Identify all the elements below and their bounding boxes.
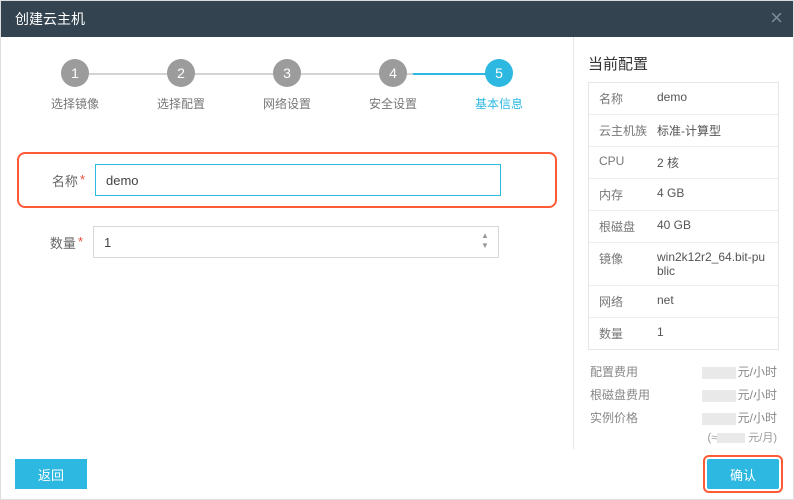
step-label: 网络设置: [263, 95, 311, 112]
modal-footer: 返回 确认: [1, 449, 793, 499]
price-label: 实例价格: [590, 409, 638, 426]
step-security-settings[interactable]: 4 安全设置: [353, 59, 433, 112]
step-number: 5: [485, 59, 513, 87]
price-unit: 元/小时: [738, 365, 777, 379]
step-number: 2: [167, 59, 195, 87]
name-field-highlight: 名称*: [17, 152, 557, 208]
step-network-settings[interactable]: 3 网络设置: [247, 59, 327, 112]
step-label: 选择配置: [157, 95, 205, 112]
config-key: 网络: [599, 293, 657, 310]
config-row-cpu: CPU 2 核: [589, 147, 778, 179]
config-key: 数量: [599, 325, 657, 342]
modal-header: 创建云主机 ×: [1, 1, 793, 37]
quantity-stepper[interactable]: 1 ▲ ▼: [93, 226, 499, 258]
config-row-rootdisk: 根磁盘 40 GB: [589, 211, 778, 243]
config-row-image: 镜像 win2k12r2_64.bit-public: [589, 243, 778, 286]
price-label: 根磁盘费用: [590, 386, 650, 403]
config-value: win2k12r2_64.bit-public: [657, 250, 768, 278]
price-group: 配置费用 元/小时 根磁盘费用 元/小时 实例价格 元/小时 (≈ 元/月): [588, 360, 779, 445]
wizard-stepper: 1 选择镜像 2 选择配置 3 网络设置 4 安全设置 5 基本信息: [35, 59, 539, 112]
price-month-prefix: (≈: [708, 432, 718, 444]
config-row-network: 网络 net: [589, 286, 778, 318]
close-icon[interactable]: ×: [770, 5, 783, 31]
config-row-family: 云主机族 标准-计算型: [589, 115, 778, 147]
price-value: 元/小时: [702, 363, 777, 380]
config-value: 2 核: [657, 154, 768, 171]
step-label: 安全设置: [369, 95, 417, 112]
config-value: net: [657, 293, 768, 310]
step-basic-info[interactable]: 5 基本信息: [459, 59, 539, 112]
step-number: 4: [379, 59, 407, 87]
confirm-button[interactable]: 确认: [707, 459, 779, 489]
name-row: 名称*: [31, 164, 501, 196]
config-value: 标准-计算型: [657, 122, 768, 139]
price-monthly: (≈ 元/月): [588, 429, 779, 445]
name-label-text: 名称: [52, 174, 78, 189]
config-value: 4 GB: [657, 186, 768, 203]
summary-panel: 当前配置 名称 demo 云主机族 标准-计算型 CPU 2 核 内存 4 GB: [573, 37, 793, 449]
price-redacted: [702, 390, 736, 402]
quantity-label: 数量*: [29, 233, 93, 252]
config-row-memory: 内存 4 GB: [589, 179, 778, 211]
required-mark: *: [78, 234, 83, 249]
price-value: 元/小时: [702, 409, 777, 426]
quantity-value: 1: [104, 235, 480, 250]
config-row-name: 名称 demo: [589, 83, 778, 115]
config-value: 40 GB: [657, 218, 768, 235]
price-month-suffix: 元/月): [745, 432, 777, 444]
quantity-row: 数量* 1 ▲ ▼: [29, 226, 499, 258]
price-row-instance: 实例价格 元/小时: [588, 406, 779, 429]
step-number: 3: [273, 59, 301, 87]
price-redacted: [702, 413, 736, 425]
price-unit: 元/小时: [738, 388, 777, 402]
modal-title: 创建云主机: [15, 9, 85, 29]
config-table: 名称 demo 云主机族 标准-计算型 CPU 2 核 内存 4 GB 根磁盘: [588, 82, 779, 350]
step-label: 基本信息: [475, 95, 523, 112]
required-mark: *: [80, 172, 85, 187]
chevron-up-icon[interactable]: ▲: [480, 233, 490, 241]
name-input[interactable]: [95, 164, 501, 196]
step-number: 1: [61, 59, 89, 87]
config-key: 内存: [599, 186, 657, 203]
modal-body: 1 选择镜像 2 选择配置 3 网络设置 4 安全设置 5 基本信息: [1, 37, 793, 449]
name-label: 名称*: [31, 171, 95, 190]
step-select-image[interactable]: 1 选择镜像: [35, 59, 115, 112]
main-panel: 1 选择镜像 2 选择配置 3 网络设置 4 安全设置 5 基本信息: [1, 37, 573, 449]
price-redacted: [717, 433, 745, 443]
config-key: 名称: [599, 90, 657, 107]
config-value: 1: [657, 325, 768, 342]
price-unit: 元/小时: [738, 411, 777, 425]
price-row-disk: 根磁盘费用 元/小时: [588, 383, 779, 406]
quantity-label-text: 数量: [50, 236, 76, 251]
price-row-config: 配置费用 元/小时: [588, 360, 779, 383]
spinner-buttons: ▲ ▼: [480, 233, 492, 251]
config-key: 根磁盘: [599, 218, 657, 235]
create-vm-modal: 创建云主机 × 1 选择镜像 2 选择配置 3 网络设置 4 安: [0, 0, 794, 500]
config-value: demo: [657, 90, 768, 107]
price-redacted: [702, 367, 736, 379]
summary-title: 当前配置: [588, 53, 779, 74]
config-row-quantity: 数量 1: [589, 318, 778, 349]
back-button[interactable]: 返回: [15, 459, 87, 489]
step-label: 选择镜像: [51, 95, 99, 112]
price-value: 元/小时: [702, 386, 777, 403]
config-key: 镜像: [599, 250, 657, 278]
config-key: 云主机族: [599, 122, 657, 139]
price-label: 配置费用: [590, 363, 638, 380]
config-key: CPU: [599, 154, 657, 171]
chevron-down-icon[interactable]: ▼: [480, 243, 490, 251]
step-select-config[interactable]: 2 选择配置: [141, 59, 221, 112]
